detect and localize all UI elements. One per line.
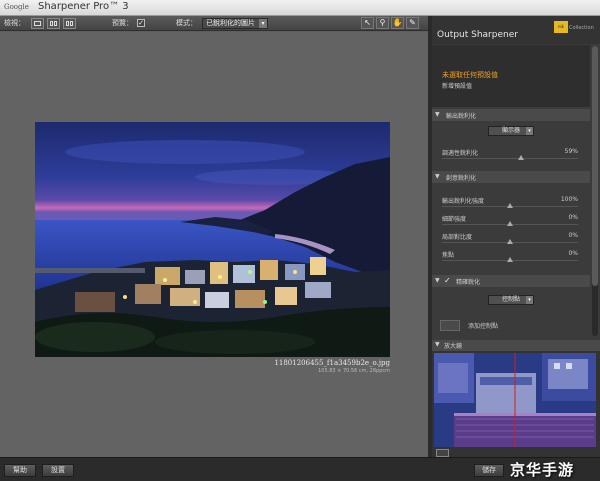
slider-track[interactable] (442, 158, 578, 159)
control-point-value: 控制點 (501, 296, 520, 303)
collapse-arrow-icon: ▼ (435, 277, 440, 284)
preset-box: 未選取任何預設值 新增預設值 (432, 45, 590, 107)
help-button[interactable]: 幫助 (4, 464, 36, 477)
toolbar: 檢視： 預覽： ✓ 模式： 已銳利化的圖片 ▾ ↖ ⚲ ✋ ✎ (0, 16, 428, 31)
nik-logo: nik (554, 21, 568, 33)
param-label: 局部對比度 (442, 234, 473, 241)
chevron-down-icon: ▾ (526, 296, 533, 304)
section-selective-label: 精確銳化 (456, 279, 481, 286)
section-creative-label: 創意銳利化 (446, 175, 477, 182)
section-output-label: 輸出銳利化 (446, 113, 477, 120)
param-label: 調適性銳利化 (442, 150, 479, 157)
param-value: 0% (568, 250, 578, 257)
settings-button[interactable]: 設置 (42, 464, 74, 477)
section-selective-sharpening[interactable]: ▼ ✓ 精確銳化 (432, 275, 590, 287)
mode-label: 模式： (176, 19, 197, 27)
slider-knob[interactable] (518, 155, 524, 160)
param-value: 59% (564, 148, 578, 155)
side-by-side-icon (66, 21, 69, 26)
collapse-arrow-icon: ▼ (435, 341, 440, 348)
section-output-sharpening[interactable]: ▼ 輸出銳利化 (432, 109, 590, 121)
add-preset-link[interactable]: 新增預設值 (442, 81, 472, 90)
single-view-button[interactable] (31, 18, 44, 29)
add-control-point-label: 添加控制點 (468, 323, 499, 330)
param-value: 0% (568, 214, 578, 221)
section-creative-sharpening[interactable]: ▼ 創意銳利化 (432, 171, 590, 183)
slider-knob[interactable] (507, 239, 513, 244)
slider-knob[interactable] (507, 221, 513, 226)
display-type-select[interactable]: 顯示器 ▾ (488, 126, 534, 136)
zoom-icon[interactable]: ⚲ (376, 17, 389, 29)
watermark-text: 京华手游 (510, 461, 575, 479)
side-by-side-button[interactable] (63, 18, 76, 29)
apply-button[interactable]: 儲存 (474, 464, 504, 477)
loupe-view[interactable] (434, 353, 596, 447)
param-local-contrast: 局部對比度 0% (432, 231, 590, 249)
control-point-select[interactable]: 控制點 ▾ (488, 295, 534, 305)
param-value: 100% (560, 196, 578, 203)
loupe-panel: ▼ 放大鏡 (432, 340, 600, 457)
pointer-icon[interactable]: ↖ (361, 17, 374, 29)
panel-header: Output Sharpener nik Collection (432, 16, 600, 44)
param-adaptive-sharpening: 調適性銳利化 59% (432, 147, 590, 165)
collection-label: Collection (569, 25, 594, 31)
color-picker-icon[interactable]: ✎ (406, 17, 419, 29)
param-label: 輸出銳利化強度 (442, 198, 485, 205)
param-value: 0% (568, 232, 578, 239)
preview-checkbox[interactable]: ✓ (137, 19, 145, 27)
scrollbar-thumb[interactable] (592, 46, 598, 286)
mode-select[interactable]: 已銳利化的圖片 ▾ (202, 18, 268, 29)
panel-scrollbar[interactable] (592, 46, 598, 336)
chevron-down-icon: ▾ (259, 19, 267, 28)
pin-loupe-icon[interactable] (436, 449, 449, 457)
image-caption: 11801206455_f1a3459b2e_o.jpg 105.83 × 70… (35, 359, 390, 374)
brand-label: Google (4, 3, 29, 11)
panel-title: Output Sharpener (437, 30, 518, 40)
preview-label: 預覽： (112, 19, 133, 27)
param-output-strength: 輸出銳利化強度 100% (432, 195, 590, 213)
chevron-down-icon: ▾ (526, 127, 533, 135)
enable-checkbox[interactable]: ✓ (444, 276, 451, 285)
collapse-arrow-icon: ▼ (435, 111, 440, 118)
mode-select-value: 已銳利化的圖片 (206, 19, 255, 27)
split-view-button[interactable] (47, 18, 60, 29)
preview-image (35, 122, 390, 357)
collapse-arrow-icon: ▼ (435, 173, 440, 180)
display-type-value: 顯示器 (501, 127, 520, 134)
preview-canvas[interactable]: 11801206455_f1a3459b2e_o.jpg 105.83 × 70… (0, 32, 428, 457)
param-label: 細節強度 (442, 216, 467, 223)
split-view-icon (50, 21, 53, 26)
bottom-bar: 幫助 設置 儲存 京华手游 (0, 457, 600, 481)
param-focus: 焦點 0% (432, 249, 590, 267)
image-filename: 11801206455_f1a3459b2e_o.jpg (274, 359, 390, 367)
slider-knob[interactable] (507, 203, 513, 208)
slider-knob[interactable] (507, 257, 513, 262)
title-bar: Google Sharpener Pro™ 3 (0, 0, 600, 16)
loupe-label: 放大鏡 (444, 343, 463, 350)
loupe-header[interactable]: ▼ 放大鏡 (432, 340, 600, 351)
app-window: Google Sharpener Pro™ 3 檢視： 預覽： ✓ 模式： 已銳… (0, 0, 600, 481)
param-label: 焦點 (442, 252, 455, 259)
param-structure: 細節強度 0% (432, 213, 590, 231)
preset-selected-text: 未選取任何預設值 (442, 71, 498, 79)
app-title: Sharpener Pro™ 3 (38, 1, 129, 12)
add-control-point-button[interactable] (440, 320, 460, 331)
view-label: 檢視： (4, 19, 25, 27)
hand-icon[interactable]: ✋ (391, 17, 404, 29)
single-view-icon (34, 21, 41, 26)
image-dimensions: 105.83 × 70.56 cm, 28ppcm (318, 368, 390, 374)
settings-panel: Output Sharpener nik Collection 未選取任何預設值… (432, 16, 600, 457)
